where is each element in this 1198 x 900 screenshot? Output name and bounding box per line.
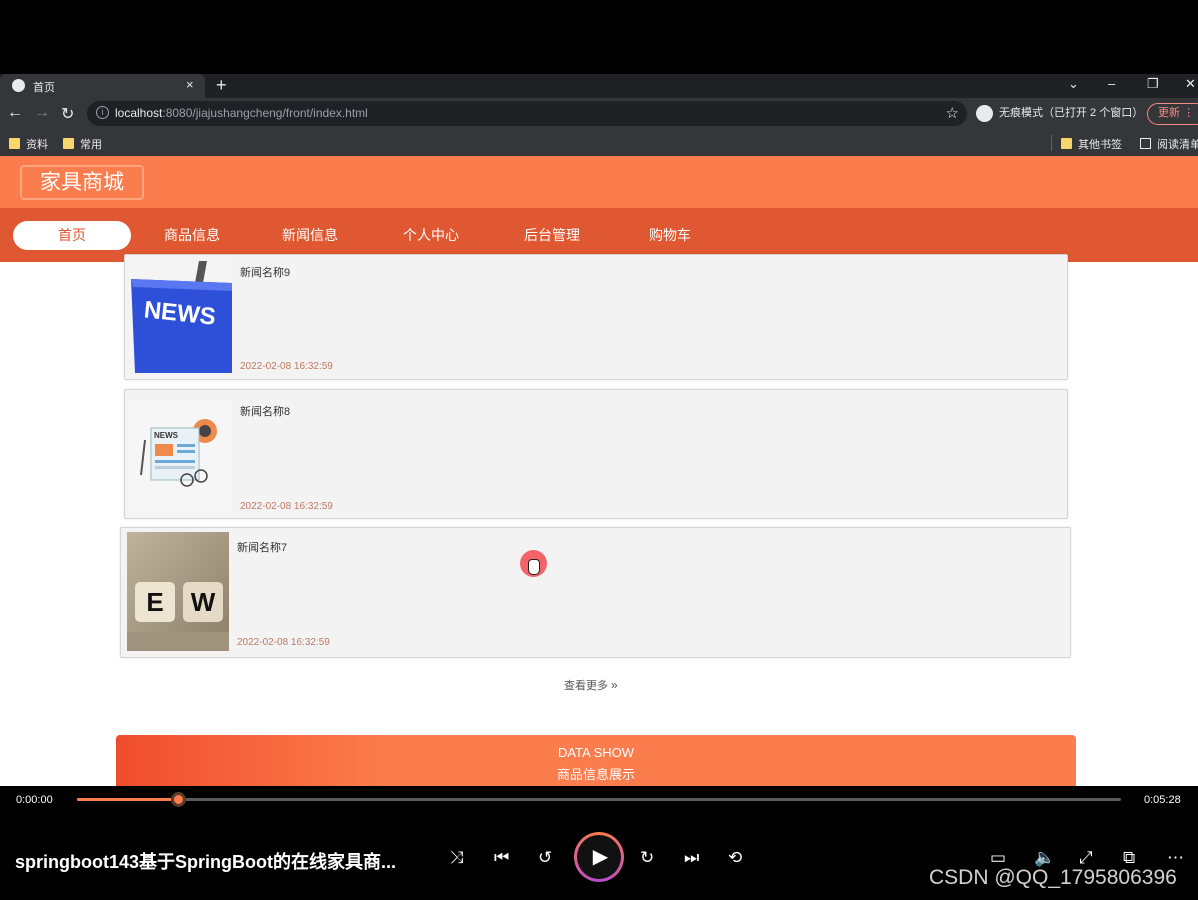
reading-list-icon: [1140, 138, 1151, 149]
nav-admin[interactable]: 后台管理: [493, 225, 611, 245]
nav-personal-center[interactable]: 个人中心: [372, 225, 490, 245]
tab-close-icon[interactable]: ×: [186, 77, 194, 92]
back-icon[interactable]: ←: [7, 104, 23, 122]
site-logo[interactable]: 家具商城: [20, 165, 144, 200]
browser-tab[interactable]: 首页 ×: [0, 74, 205, 98]
url-host: localhost: [115, 106, 163, 120]
fullscreen-icon[interactable]: ⤢: [1079, 848, 1093, 868]
nav-products[interactable]: 商品信息: [133, 225, 251, 245]
folder-icon: [63, 138, 74, 149]
news-date: 2022-02-08 16:32:59: [240, 501, 333, 512]
total-time: 0:05:28: [1144, 794, 1181, 806]
bookmarks-bar: 资料 常用 其他书签 阅读清单: [0, 130, 1198, 156]
previous-icon[interactable]: ⏮: [494, 848, 509, 868]
data-show-subtitle: 商品信息展示: [556, 767, 635, 782]
loop-icon[interactable]: ⟲: [728, 848, 742, 868]
news-card[interactable]: NEWS 新闻名称9 2022-02-08 16:32:59: [124, 254, 1068, 380]
site-info-icon[interactable]: i: [96, 106, 109, 119]
news-thumbnail: NEWS: [129, 400, 232, 512]
nav-home[interactable]: 首页: [13, 221, 131, 250]
address-bar[interactable]: i localhost:8080/jiajushangcheng/front/i…: [87, 101, 967, 126]
video-title: springboot143基于SpringBoot的在线家具商...: [15, 852, 396, 872]
incognito-label: 无痕模式（已打开 2 个窗口）: [999, 107, 1144, 119]
video-player-bar: 0:00:00 0:05:28 springboot143基于SpringBoo…: [0, 786, 1198, 900]
new-tab-icon[interactable]: +: [216, 75, 227, 96]
view-more-label: 查看更多: [564, 680, 608, 692]
url-path: :8080/jiajushangcheng/front/index.html: [162, 106, 368, 120]
hand-cursor-icon: [528, 559, 540, 575]
seek-bar[interactable]: [77, 792, 1121, 807]
folder-icon: [1061, 138, 1072, 149]
bookmark-star-icon[interactable]: ☆: [946, 104, 959, 122]
restore-icon[interactable]: ❐: [1147, 76, 1159, 92]
volume-icon[interactable]: 🔈: [1034, 848, 1055, 868]
incognito-indicator[interactable]: 无痕模式（已打开 2 个窗口）: [976, 104, 1143, 124]
update-label: 更新: [1158, 107, 1180, 119]
view-more-link[interactable]: 查看更多»: [564, 677, 618, 693]
thumb-news-small-text: NEWS: [154, 431, 179, 440]
seek-bar-progress: [77, 798, 179, 801]
news-card[interactable]: NEWS 新闻名称8 2022-02-08 16:32:59: [124, 389, 1068, 519]
csdn-watermark: CSDN @QQ_1795806396: [929, 866, 1177, 889]
forward-30-icon[interactable]: ↻: [640, 848, 654, 868]
news-keyboard-image: NEWS: [129, 261, 232, 373]
screen: 首页 × + ⌄ – ❐ ✕ ← → ↻ i localhost:8080/ji…: [0, 0, 1198, 900]
bookmark-label: 资料: [26, 139, 48, 151]
news-date: 2022-02-08 16:32:59: [240, 361, 333, 372]
folder-icon: [9, 138, 20, 149]
data-show-title: DATA SHOW: [557, 745, 635, 760]
news-title[interactable]: 新闻名称7: [237, 539, 287, 555]
rewind-10-icon[interactable]: ↺: [538, 848, 552, 868]
menu-dots-icon: ⋮: [1183, 107, 1195, 119]
news-date: 2022-02-08 16:32:59: [237, 637, 330, 648]
bookmark-divider: [1051, 135, 1052, 151]
news-title[interactable]: 新闻名称8: [240, 403, 290, 419]
newspaper-illustration-image: NEWS: [129, 400, 232, 512]
mini-player-icon[interactable]: ⧉: [1123, 848, 1135, 868]
dice-letters-image: E W: [127, 532, 229, 651]
bookmark-label: 常用: [80, 139, 102, 151]
window-close-icon[interactable]: ✕: [1185, 76, 1196, 92]
reload-icon[interactable]: ↻: [61, 104, 74, 124]
play-icon: ▶: [577, 835, 621, 879]
dice-letter-e: E: [146, 587, 163, 617]
subtitles-icon[interactable]: ▭: [990, 848, 1006, 868]
nav-cart[interactable]: 购物车: [611, 225, 729, 245]
incognito-icon: [976, 104, 993, 122]
bookmark-folder-1[interactable]: 资料: [9, 136, 48, 152]
more-options-icon[interactable]: ⋯: [1167, 848, 1184, 868]
minimize-icon[interactable]: –: [1108, 76, 1115, 91]
reading-list-label: 阅读清单: [1157, 139, 1198, 151]
bookmark-folder-2[interactable]: 常用: [63, 136, 102, 152]
other-bookmarks-label: 其他书签: [1078, 139, 1122, 151]
play-button[interactable]: ▶: [574, 832, 624, 882]
news-card[interactable]: E W 新闻名称7 2022-02-08 16:32:59: [120, 527, 1071, 658]
news-thumbnail: E W: [127, 532, 229, 651]
tab-title: 首页: [33, 82, 55, 94]
double-chevron-right-icon: »: [611, 678, 618, 692]
data-show-banner: DATA SHOW 商品信息展示: [116, 735, 1076, 786]
seek-handle[interactable]: [171, 792, 187, 807]
shuffle-icon[interactable]: ⤨: [450, 848, 464, 868]
site-header: 家具商城: [0, 156, 1198, 208]
url-text: localhost:8080/jiajushangcheng/front/ind…: [115, 106, 368, 120]
forward-icon[interactable]: →: [34, 104, 50, 122]
globe-icon: [12, 79, 25, 92]
nav-news[interactable]: 新闻信息: [251, 225, 369, 245]
news-title[interactable]: 新闻名称9: [240, 264, 290, 280]
update-button[interactable]: 更新 ⋮: [1147, 103, 1198, 125]
news-thumbnail: NEWS: [129, 261, 232, 373]
dice-letter-w: W: [191, 587, 216, 617]
browser-tab-strip: 首页 × + ⌄ – ❐ ✕: [0, 74, 1198, 98]
current-time: 0:00:00: [16, 794, 53, 806]
next-icon[interactable]: ⏭: [684, 848, 699, 868]
other-bookmarks[interactable]: 其他书签: [1061, 136, 1122, 152]
reading-list[interactable]: 阅读清单: [1140, 136, 1198, 152]
web-page: 家具商城 首页 商品信息 新闻信息 个人中心 后台管理 购物车 NEWS 新闻名…: [0, 156, 1198, 786]
tab-search-chevron-icon[interactable]: ⌄: [1068, 76, 1079, 92]
browser-toolbar: ← → ↻ i localhost:8080/jiajushangcheng/f…: [0, 98, 1198, 130]
